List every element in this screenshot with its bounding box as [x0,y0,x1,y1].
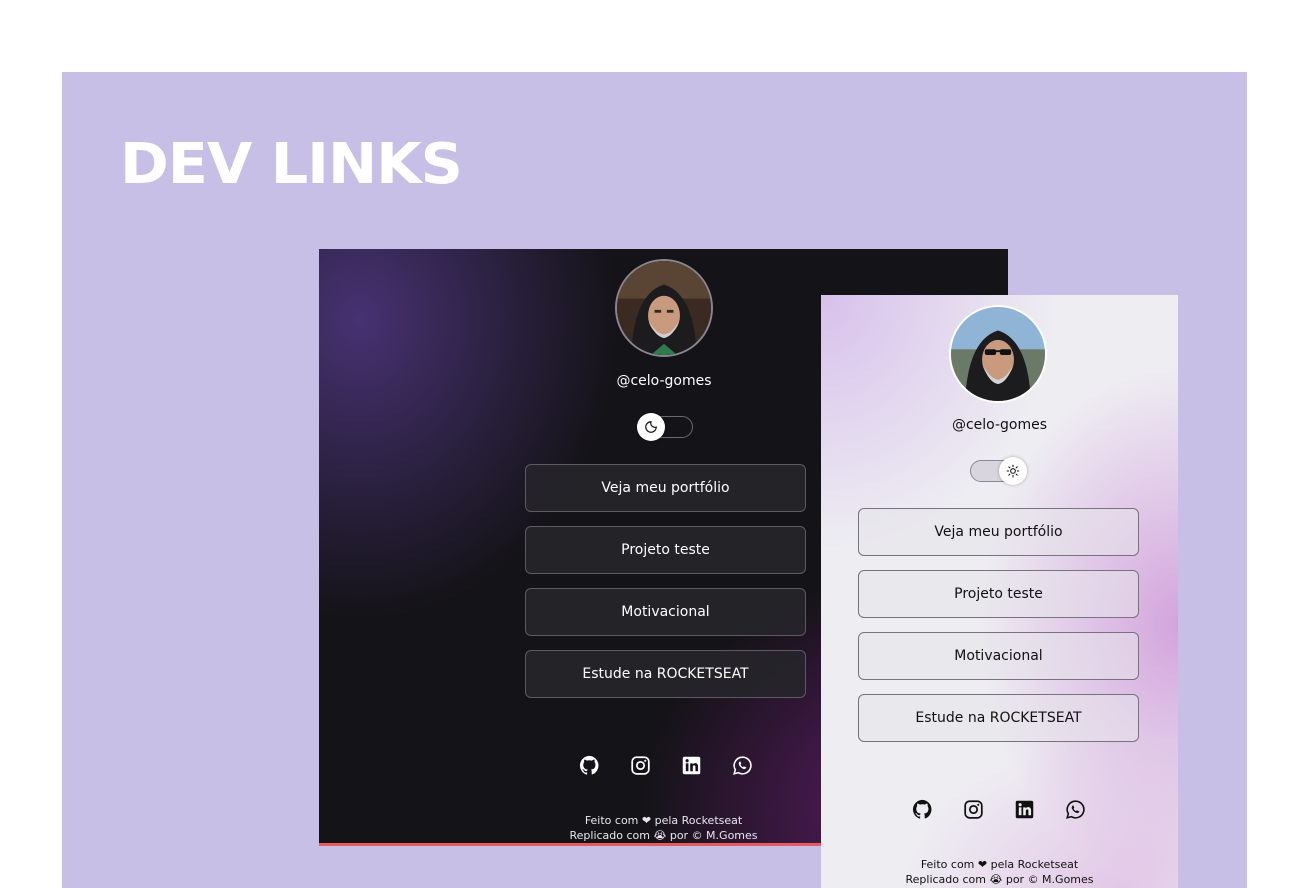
link-projeto-teste[interactable]: Projeto teste [525,526,806,574]
hero-banner: DEV LINKS @celo-gomes Veja meu portfólio… [62,72,1247,888]
footer-credit: Feito com ❤ pela Rocketseat [920,858,1079,871]
link-portfolio[interactable]: Veja meu portfólio [858,508,1139,556]
moon-icon [645,421,657,433]
avatar-photo [951,307,1045,401]
footer-replicated: Replicado com 😭 por © M.Gomes [905,873,1094,886]
link-rocketseat[interactable]: Estude na ROCKETSEAT [525,650,806,698]
link-motivacional[interactable]: Motivacional [858,632,1139,680]
sun-icon [1006,464,1020,478]
link-list: Veja meu portfólio Projeto teste Motivac… [858,508,1139,756]
theme-toggle[interactable] [637,413,693,441]
github-icon[interactable] [912,799,933,820]
social-links [912,799,1086,820]
link-list: Veja meu portfólio Projeto teste Motivac… [525,464,806,712]
toggle-knob[interactable] [999,457,1027,485]
avatar-photo [617,261,711,355]
light-theme-preview: @celo-gomes Veja meu portfólio Projeto t… [821,295,1178,888]
link-projeto-teste[interactable]: Projeto teste [858,570,1139,618]
instagram-icon[interactable] [963,799,984,820]
linkedin-icon[interactable] [1014,799,1035,820]
avatar [615,259,713,357]
link-motivacional[interactable]: Motivacional [525,588,806,636]
avatar [949,305,1047,403]
theme-toggle[interactable] [970,457,1027,485]
profile-handle: @celo-gomes [951,417,1048,433]
footer: Feito com ❤ pela Rocketseat Replicado co… [821,857,1178,887]
toggle-knob[interactable] [637,413,665,441]
github-icon[interactable] [579,755,600,776]
linkedin-icon[interactable] [681,755,702,776]
link-portfolio[interactable]: Veja meu portfólio [525,464,806,512]
social-links [579,755,753,776]
brand-title: DEV LINKS [120,132,463,197]
whatsapp-icon[interactable] [732,755,753,776]
profile-handle: @celo-gomes [616,373,712,389]
link-rocketseat[interactable]: Estude na ROCKETSEAT [858,694,1139,742]
instagram-icon[interactable] [630,755,651,776]
whatsapp-icon[interactable] [1065,799,1086,820]
